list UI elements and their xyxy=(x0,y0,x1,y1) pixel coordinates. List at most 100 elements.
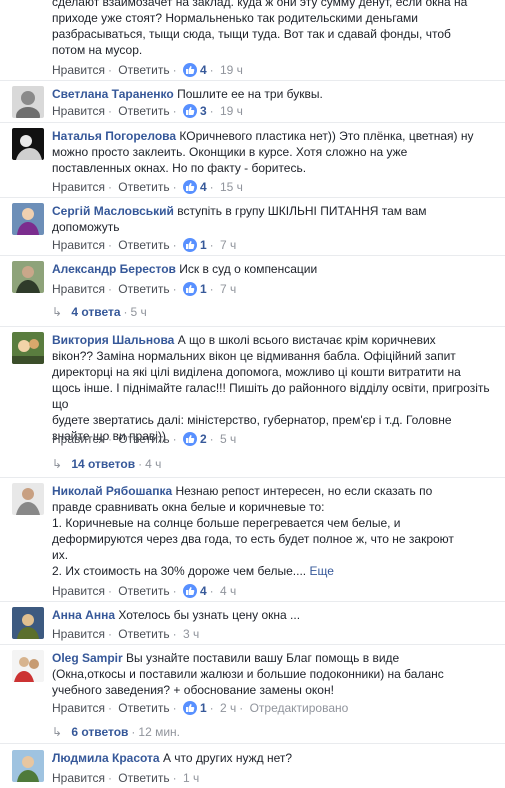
comment-time[interactable]: 19 ч xyxy=(220,104,243,118)
replies-count-link[interactable]: 6 ответов xyxy=(71,725,128,739)
like-link[interactable]: Нравится xyxy=(52,238,105,252)
thumbs-up-icon[interactable] xyxy=(182,238,197,252)
comment-time[interactable]: 2 ч xyxy=(220,701,236,715)
like-link[interactable]: Нравится xyxy=(52,180,105,194)
avatar[interactable] xyxy=(12,86,44,118)
like-link[interactable]: Нравится xyxy=(52,627,105,641)
like-link[interactable]: Нравится xyxy=(52,771,105,785)
comment-actions: Нравится · Ответить · 1 · 7 ч xyxy=(52,282,237,296)
comment-body: Анна Анна Хотелось бы узнать цену окна .… xyxy=(52,607,492,623)
comment-body: сделают взаимозачет на заклад. куда ж он… xyxy=(52,0,492,58)
reply-link[interactable]: Ответить xyxy=(118,432,169,446)
comment-author[interactable]: Светлана Тараненко xyxy=(52,87,174,101)
thumbs-up-icon[interactable] xyxy=(182,63,197,77)
replies-count-link[interactable]: 14 ответов xyxy=(71,457,135,471)
like-count[interactable]: 3 xyxy=(200,104,207,118)
comment-text-line: приходе уже стоят? Нормальненько так род… xyxy=(52,11,418,25)
comment-text-line: 2. Их стоимость на 30% дороже чем белые.… xyxy=(52,564,307,578)
like-link[interactable]: Нравится xyxy=(52,282,105,296)
like-count[interactable]: 1 xyxy=(200,238,207,252)
avatar[interactable] xyxy=(12,750,44,782)
comment-time[interactable]: 7 ч xyxy=(220,238,236,252)
comment-author[interactable]: Николай Рябошапка xyxy=(52,484,172,498)
thumbs-up-icon[interactable] xyxy=(182,701,197,715)
like-link[interactable]: Нравится xyxy=(52,701,105,715)
comment-actions: Нравится · Ответить · 1 · 7 ч xyxy=(52,238,237,252)
like-count[interactable]: 4 xyxy=(200,180,207,194)
avatar[interactable] xyxy=(12,650,44,682)
thumbs-up-icon[interactable] xyxy=(182,104,197,118)
comment-text-line: А що в школі всього вистачає крім коричн… xyxy=(177,333,436,347)
like-count[interactable]: 2 xyxy=(200,432,207,446)
comment-time[interactable]: 3 ч xyxy=(183,627,199,641)
comment-actions: Нравится · Ответить · 4 · 19 ч xyxy=(52,63,243,77)
comment-text-line: Иск в суд о компенсации xyxy=(179,262,318,276)
comment-author[interactable]: Александр Берестов xyxy=(52,262,176,276)
reply-link[interactable]: Ответить xyxy=(118,771,169,785)
reply-link[interactable]: Ответить xyxy=(118,180,169,194)
reply-link[interactable]: Ответить xyxy=(118,584,169,598)
comment-body: Николай Рябошапка Незнаю репост интересе… xyxy=(52,483,492,579)
comment-text-line: КОричневого пластика нет)) Это плёнка, ц… xyxy=(179,129,474,143)
comment-body: Наталья Погорелова КОричневого пластика … xyxy=(52,128,492,176)
divider xyxy=(0,601,505,602)
reply-link[interactable]: Ответить xyxy=(118,627,169,641)
like-count[interactable]: 1 xyxy=(200,701,207,715)
avatar[interactable] xyxy=(12,607,44,639)
comment-actions: Нравится · Ответить · 4 · 4 ч xyxy=(52,584,237,598)
view-replies[interactable]: ↳ 6 ответов · 12 мин. xyxy=(52,723,180,741)
avatar[interactable] xyxy=(12,332,44,364)
reply-link[interactable]: Ответить xyxy=(118,701,169,715)
replies-count-link[interactable]: 4 ответа xyxy=(71,305,120,319)
comment-author[interactable]: Анна Анна xyxy=(52,608,115,622)
like-count[interactable]: 1 xyxy=(200,282,207,296)
comment-time[interactable]: 4 ч xyxy=(220,584,236,598)
divider xyxy=(0,477,505,478)
like-link[interactable]: Нравится xyxy=(52,584,105,598)
avatar[interactable] xyxy=(12,483,44,515)
comment-actions: Нравится · Ответить · 3 · 19 ч xyxy=(52,104,243,118)
comment-author[interactable]: Людмила Красота xyxy=(52,751,160,765)
comment-text-line: Вы узнайте поставили вашу Благ помощь в … xyxy=(126,651,400,665)
comment-body: Виктория Шальнова А що в школі всього ви… xyxy=(52,332,492,444)
comment-text-line: директорці на які цілі виділена допомога… xyxy=(52,365,461,379)
avatar[interactable] xyxy=(12,128,44,160)
comment-author[interactable]: Наталья Погорелова xyxy=(52,129,176,143)
reply-link[interactable]: Ответить xyxy=(118,63,169,77)
comment-time[interactable]: 19 ч xyxy=(220,63,243,77)
view-replies[interactable]: ↳ 4 ответа · 5 ч xyxy=(52,303,147,321)
reply-link[interactable]: Ответить xyxy=(118,238,169,252)
comment-author[interactable]: Сергій Масловський xyxy=(52,204,174,218)
avatar[interactable] xyxy=(12,203,44,235)
see-more-link[interactable]: Еще xyxy=(309,564,333,578)
comment-time[interactable]: 15 ч xyxy=(220,180,243,194)
reply-link[interactable]: Ответить xyxy=(118,104,169,118)
thumbs-up-icon[interactable] xyxy=(182,432,197,446)
like-count[interactable]: 4 xyxy=(200,63,207,77)
like-count[interactable]: 4 xyxy=(200,584,207,598)
thumbs-up-icon[interactable] xyxy=(182,282,197,296)
edited-label[interactable]: Отредактировано xyxy=(250,701,349,715)
comment-body: Светлана Тараненко Пошлите ее на три бук… xyxy=(52,86,492,102)
comment-text-line: допоможуть xyxy=(52,220,120,234)
thumbs-up-icon[interactable] xyxy=(182,180,197,194)
comment-time[interactable]: 1 ч xyxy=(183,771,199,785)
comment-text-line: правде сравнивать окна белые и коричневы… xyxy=(52,500,325,514)
like-link[interactable]: Нравится xyxy=(52,63,105,77)
comment-text-line: разбрасываться, тыщи сюда, тыщи туда. Во… xyxy=(52,27,451,41)
comment-text-line: вступіть в групу ШКІЛЬНІ ПИТАННЯ там вам xyxy=(177,204,427,218)
comment-author[interactable]: Oleg Sampir xyxy=(52,651,123,665)
comment-text-line: вікон?? Заміна нормальних вікон це відми… xyxy=(52,349,456,363)
thumbs-up-icon[interactable] xyxy=(182,584,197,598)
comment-actions: Нравится · Ответить · 2 · 5 ч xyxy=(52,432,237,446)
comment-time[interactable]: 5 ч xyxy=(220,432,236,446)
comment-actions: Нравится · Ответить · 1 · 2 ч · Отредактиров… xyxy=(52,701,349,715)
like-link[interactable]: Нравится xyxy=(52,432,105,446)
avatar[interactable] xyxy=(12,261,44,293)
comment-time[interactable]: 7 ч xyxy=(220,282,236,296)
reply-link[interactable]: Ответить xyxy=(118,282,169,296)
reply-arrow-icon: ↳ xyxy=(52,305,63,319)
like-link[interactable]: Нравится xyxy=(52,104,105,118)
comment-author[interactable]: Виктория Шальнова xyxy=(52,333,174,347)
view-replies[interactable]: ↳ 14 ответов · 4 ч xyxy=(52,455,161,473)
